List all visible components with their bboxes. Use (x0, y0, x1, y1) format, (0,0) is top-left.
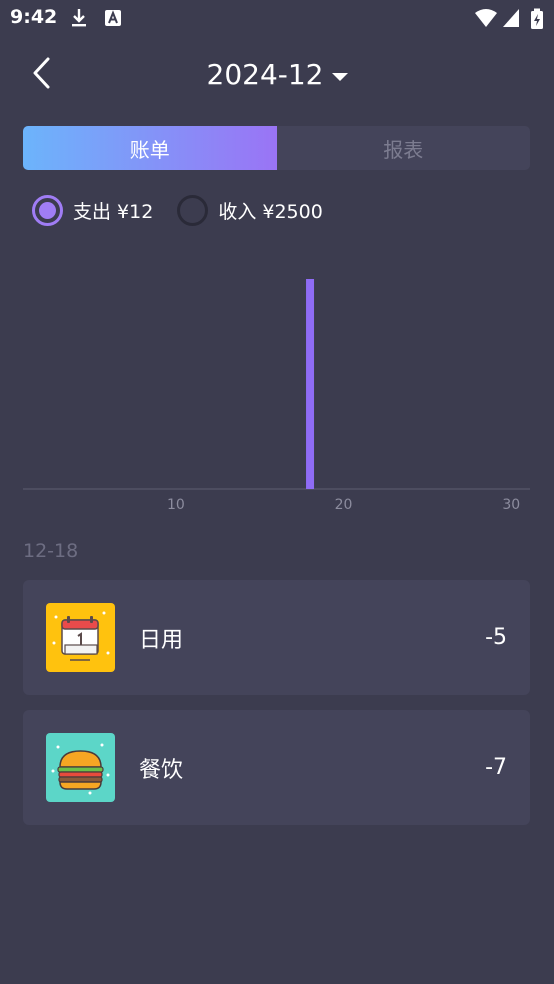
status-bar: 9:42 (0, 0, 554, 36)
item-category-name: 日用 (139, 627, 184, 653)
filter-income[interactable]: 收入 ¥2500 (177, 195, 323, 226)
download-icon (72, 9, 86, 27)
list-date-header: 12-18 (23, 540, 79, 562)
chart-bar-day-18 (306, 279, 315, 489)
x-tick-label: 30 (502, 497, 520, 513)
item-amount: -5 (485, 625, 507, 650)
x-tick-label: 10 (167, 497, 185, 513)
tab-bill[interactable]: 账单 (23, 126, 277, 170)
daily-expense-chart: 10 20 30 (23, 279, 530, 513)
filter-income-label: 收入 ¥2500 (218, 201, 323, 223)
month-label: 2024-12 (206, 58, 324, 91)
view-tabs: 账单 报表 (23, 126, 530, 170)
daily-calendar-icon (46, 603, 115, 672)
wifi-icon (475, 9, 497, 27)
type-filters: 支出 ¥12 收入 ¥2500 (32, 195, 323, 226)
x-tick-label: 20 (335, 497, 353, 513)
a-badge-icon (105, 10, 121, 26)
item-category-name: 餐饮 (139, 757, 184, 783)
item-amount: -7 (485, 755, 507, 780)
radio-checked-icon[interactable] (32, 195, 63, 226)
signal-icon (503, 9, 519, 27)
transaction-item-daily[interactable]: 日用 -5 (23, 580, 530, 695)
battery-icon (531, 8, 543, 29)
burger-icon (46, 733, 115, 802)
caret-down-icon (331, 72, 348, 81)
month-dropdown[interactable]: 2024-12 (207, 58, 348, 91)
transaction-item-dining[interactable]: 餐饮 -7 (23, 710, 530, 825)
filter-expense[interactable]: 支出 ¥12 (32, 195, 153, 226)
tab-report[interactable]: 报表 (277, 126, 531, 170)
filter-expense-label: 支出 ¥12 (73, 201, 154, 223)
status-time: 9:42 (10, 6, 58, 28)
month-selector: 2024-12 (0, 58, 554, 91)
radio-unchecked-icon[interactable] (177, 195, 209, 226)
